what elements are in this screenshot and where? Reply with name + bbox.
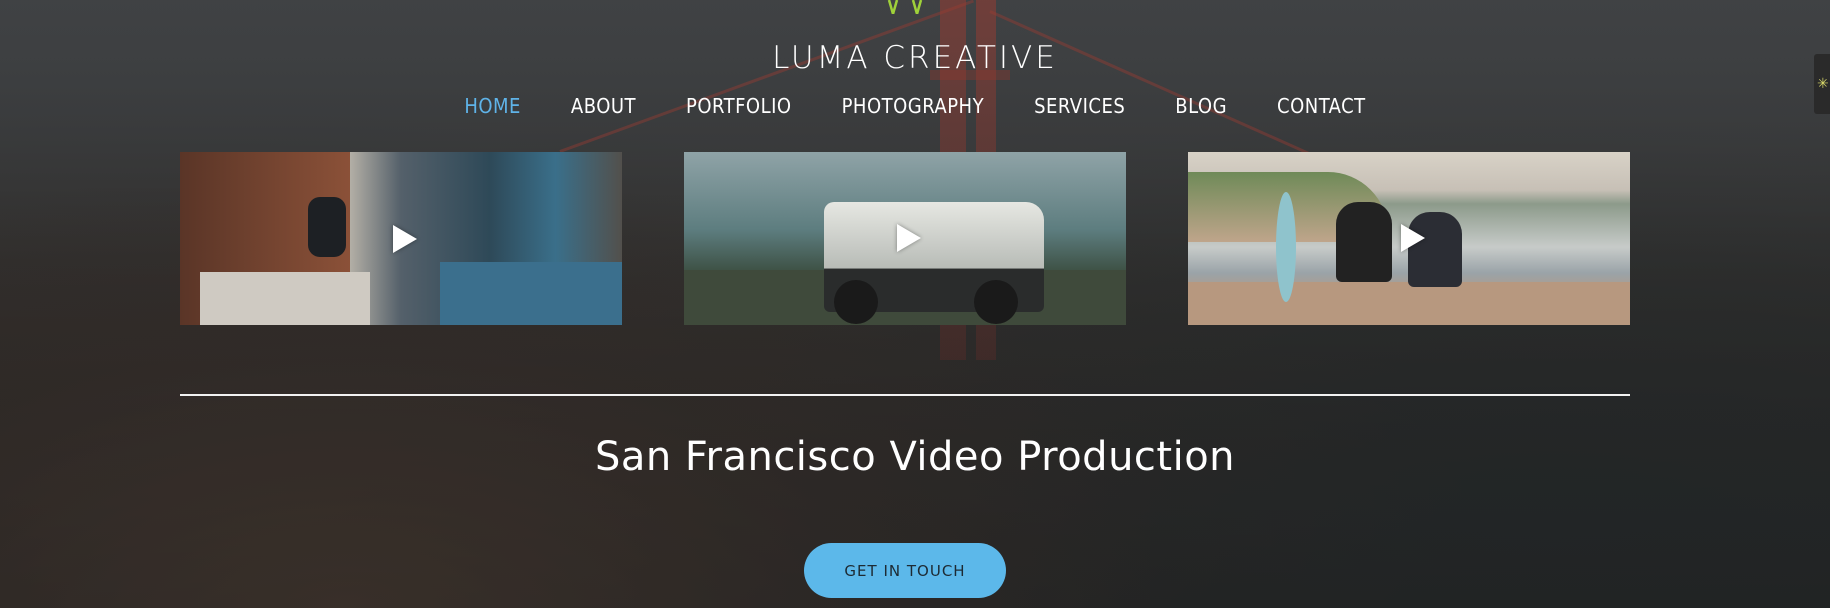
thumbnail-image	[1188, 282, 1630, 325]
video-thumbnail-2[interactable]	[684, 152, 1126, 325]
side-widget-tab[interactable]: ✳	[1814, 54, 1830, 114]
video-thumbnail-3[interactable]	[1188, 152, 1630, 325]
nav-item-photography[interactable]: PHOTOGRAPHY	[842, 94, 985, 118]
thumbnail-image	[200, 272, 370, 325]
section-divider	[180, 394, 1630, 396]
thumbnail-image	[1336, 202, 1392, 282]
nav-item-blog[interactable]: BLOG	[1175, 94, 1227, 118]
nav-item-home[interactable]: HOME	[464, 94, 521, 118]
main-nav: HOME ABOUT PORTFOLIO PHOTOGRAPHY SERVICE…	[0, 94, 1830, 118]
thumbnail-image	[974, 280, 1018, 324]
brand-mark-icon	[887, 0, 923, 14]
thumbnail-image	[308, 197, 346, 257]
video-thumbnail-1[interactable]	[180, 152, 622, 325]
sun-icon: ✳	[1817, 76, 1829, 92]
play-icon	[897, 224, 921, 252]
play-icon	[1401, 224, 1425, 252]
page-title: San Francisco Video Production	[594, 434, 1236, 480]
nav-item-services[interactable]: SERVICES	[1034, 94, 1125, 118]
nav-item-contact[interactable]: CONTACT	[1277, 94, 1366, 118]
thumbnail-image	[440, 262, 622, 325]
thumbnail-image	[1276, 192, 1296, 302]
thumbnail-image	[834, 280, 878, 324]
play-icon	[393, 225, 417, 253]
nav-item-about[interactable]: ABOUT	[571, 94, 636, 118]
get-in-touch-button[interactable]: GET IN TOUCH	[804, 543, 1006, 598]
nav-item-portfolio[interactable]: PORTFOLIO	[686, 94, 792, 118]
brand-logo[interactable]: LUMA CREATIVE	[0, 40, 1830, 76]
